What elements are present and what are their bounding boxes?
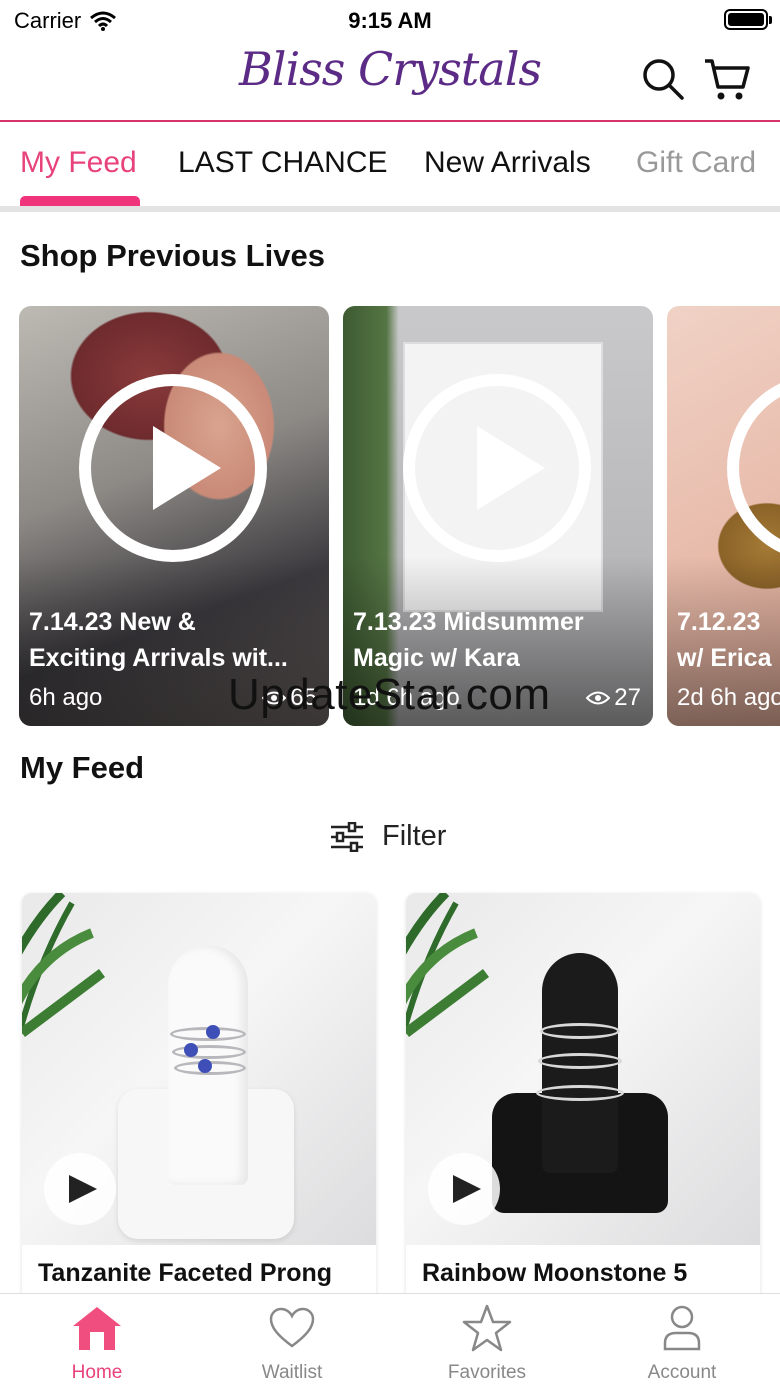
tab-last-chance[interactable]: LAST CHANCE [178, 146, 388, 180]
nav-favorites[interactable]: Favorites [407, 1302, 567, 1384]
status-bar: Carrier 9:15 AM [0, 0, 780, 40]
play-icon[interactable] [79, 374, 267, 562]
nav-waitlist[interactable]: Waitlist [212, 1302, 372, 1384]
home-icon [73, 1307, 121, 1350]
filter-icon [331, 821, 363, 852]
tab-gift-card[interactable]: Gift Card [636, 146, 756, 180]
filter-label: Filter [382, 820, 447, 852]
live-title: 7.14.23 New & Exciting Arrivals wit... [29, 608, 288, 672]
category-tabs: My Feed LAST CHANCE New Arrivals Gift Ca… [0, 124, 780, 212]
nav-account[interactable]: Account [602, 1302, 762, 1384]
ring [538, 1053, 622, 1069]
video-play-button[interactable] [428, 1153, 500, 1225]
product-name: Tanzanite Faceted Prong [38, 1259, 333, 1287]
plant-decoration [22, 893, 106, 1037]
gem [184, 1043, 198, 1057]
tab-new-arrivals[interactable]: New Arrivals [424, 146, 591, 180]
tab-my-feed[interactable]: My Feed [20, 146, 137, 180]
heart-icon [269, 1307, 315, 1348]
gem [206, 1025, 220, 1039]
watermark: UpdateStar.com [228, 670, 551, 719]
nav-home[interactable]: Home [17, 1302, 177, 1384]
ring [536, 1085, 624, 1101]
product-image [22, 893, 376, 1245]
product-image [406, 893, 760, 1245]
search-button[interactable] [638, 54, 688, 104]
video-play-button[interactable] [44, 1153, 116, 1225]
product-card[interactable]: Tanzanite Faceted Prong [22, 893, 376, 1313]
live-card[interactable]: 7.12.23 w/ Erica 2d 6h ago [667, 306, 780, 726]
live-card[interactable]: 7.13.23 Midsummer Magic w/ Kara 1d 6h ag… [343, 306, 653, 726]
battery-icon [724, 9, 772, 30]
active-tab-indicator [20, 196, 140, 206]
product-card[interactable]: Rainbow Moonstone 5 [406, 893, 760, 1313]
live-views: 27 [586, 684, 641, 712]
previous-lives-title: Shop Previous Lives [20, 238, 325, 273]
ring [540, 1023, 620, 1039]
app-header: Bliss Crystals [0, 40, 780, 122]
live-time-ago: 2d 6h ago [677, 684, 780, 711]
live-title: 7.13.23 Midsummer Magic w/ Kara [353, 608, 584, 672]
plant-decoration [406, 893, 490, 1037]
gem [198, 1059, 212, 1073]
live-card[interactable]: 7.14.23 New & Exciting Arrivals wit... 6… [19, 306, 329, 726]
play-icon[interactable] [403, 374, 591, 562]
bottom-tab-bar: Home Waitlist Favorites Account [0, 1293, 780, 1387]
product-name: Rainbow Moonstone 5 [422, 1259, 688, 1287]
my-feed-title: My Feed [20, 750, 145, 785]
previous-lives-carousel[interactable]: 7.14.23 New & Exciting Arrivals wit... 6… [0, 306, 780, 728]
cart-icon [705, 59, 750, 100]
live-time-ago: 6h ago [29, 684, 103, 711]
search-icon [643, 59, 684, 100]
live-title: 7.12.23 w/ Erica [677, 608, 772, 672]
user-icon [663, 1305, 701, 1351]
filter-button[interactable]: Filter [330, 820, 446, 853]
star-icon [462, 1304, 512, 1352]
eye-icon [586, 691, 611, 705]
ring [172, 1045, 246, 1059]
status-time: 9:15 AM [348, 8, 432, 33]
cart-button[interactable] [702, 54, 752, 104]
